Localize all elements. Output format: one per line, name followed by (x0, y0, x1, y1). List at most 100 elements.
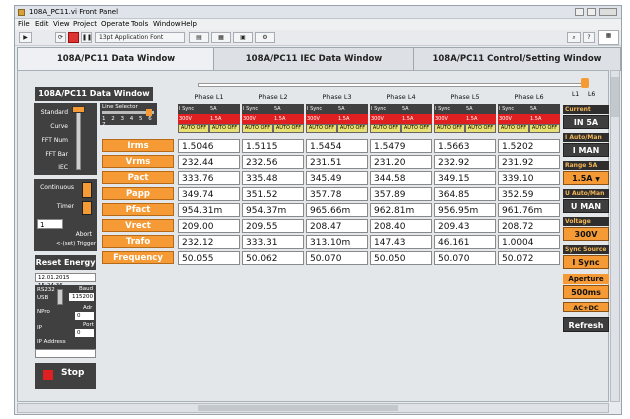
cell-pact-l6: 339.10 (498, 171, 560, 185)
cell-pact-l4: 344.58 (370, 171, 432, 185)
voltage-range-indicator: 300V (370, 114, 401, 124)
voltage-auto-indicator: AUTO OFF (242, 124, 273, 133)
row-label-papp: Papp (102, 187, 174, 200)
baud-label: Baud (79, 286, 94, 292)
row-label-vrms: Vrms (102, 155, 174, 168)
maximize-icon[interactable] (587, 8, 596, 16)
menu-help[interactable]: Help (181, 19, 197, 30)
close-icon[interactable] (599, 8, 617, 16)
cell-trafo-l1: 232.12 (178, 235, 240, 249)
cell-frequency-l4: 50.050 (370, 251, 432, 265)
current-range-indicator: 1.5A (273, 114, 304, 124)
search-icon[interactable]: ⌕ (567, 32, 581, 43)
line-selector-handle[interactable] (146, 109, 152, 116)
horizontal-scroll-thumb[interactable] (198, 405, 398, 411)
tab-control-setting-window[interactable]: 108A/PC11 Control/Setting Window (413, 47, 621, 71)
cell-vrect-l3: 208.47 (306, 219, 368, 233)
menu-view[interactable]: View (53, 19, 70, 30)
stop-button[interactable]: Stop (35, 363, 96, 389)
menu-tools[interactable]: Tools (131, 19, 148, 30)
phase-status-l2: I Sync 5A 300V 1.5A AUTO OFF AUTO OFF (242, 104, 304, 134)
voltage-range-indicator: 300V (242, 114, 273, 124)
vertical-scrollbar[interactable] (610, 70, 620, 402)
phase-slider-track[interactable] (198, 83, 588, 87)
cell-trafo-l2: 333.31 (242, 235, 304, 249)
refresh-button[interactable]: Refresh (563, 317, 609, 332)
reorder-icon[interactable]: ⚙ (255, 32, 275, 43)
font-selector[interactable]: 13pt Application Font (95, 32, 185, 43)
minimize-icon[interactable] (575, 8, 584, 16)
cell-trafo-l3: 313.10m (306, 235, 368, 249)
timestamp-field: 12.01.2015 15:24:36 (35, 273, 96, 289)
ip-address-input[interactable] (35, 349, 96, 358)
trigger-label: <-(set) Trigger (55, 241, 96, 247)
sync-source-dropdown[interactable]: I Sync (563, 255, 609, 269)
cell-frequency-l1: 50.055 (178, 251, 240, 265)
cell-vrms-l6: 231.92 (498, 155, 560, 169)
voltage-range-indicator: 300V (498, 114, 529, 124)
u-auto-man-button[interactable]: U MAN (563, 199, 609, 213)
voltage-range-dropdown[interactable]: 300V (563, 227, 609, 241)
help-icon[interactable]: ? (583, 32, 595, 43)
menu-file[interactable]: File (18, 19, 30, 30)
interface-selector[interactable] (57, 289, 63, 305)
cell-vrect-l6: 208.72 (498, 219, 560, 233)
rs232-label: RS232 (37, 287, 55, 293)
phase-header-l2: Phase L2 (258, 93, 288, 101)
current-auto-indicator: AUTO OFF (401, 124, 432, 133)
coupling-dropdown[interactable]: AC+DC (563, 302, 609, 312)
cell-vrect-l4: 208.40 (370, 219, 432, 233)
port-input[interactable]: 0 (75, 329, 94, 337)
continuous-toggle[interactable] (82, 182, 92, 198)
mode-slider-track[interactable] (76, 108, 81, 170)
row-label-pfact: Pfact (102, 203, 174, 216)
voltage-auto-indicator: AUTO OFF (178, 124, 209, 133)
current-input-button[interactable]: IN 5A (563, 115, 609, 129)
phase-status-l3: I Sync 5A 300V 1.5A AUTO OFF AUTO OFF (306, 104, 368, 134)
abort-label[interactable]: Abort (60, 231, 92, 238)
mode-curve: Curve (50, 123, 68, 130)
abort-execution-icon[interactable] (68, 32, 79, 43)
menu-window[interactable]: Window (153, 19, 181, 30)
i-auto-man-button[interactable]: I MAN (563, 143, 609, 157)
phase-status-l6: I Sync 5A 300V 1.5A AUTO OFF AUTO OFF (498, 104, 560, 134)
timer-input[interactable]: 1 (37, 219, 63, 229)
range-label: Range 5A (563, 161, 609, 170)
menu-operate[interactable]: Operate (101, 19, 129, 30)
pause-icon[interactable]: ❚❚ (81, 32, 92, 43)
data-window-panel: 108A/PC11 Data Window Standard Curve FFT… (17, 70, 609, 402)
cell-irms-l3: 1.5454 (306, 139, 368, 153)
addr-input[interactable]: 0 (75, 312, 94, 320)
align-objects-icon[interactable]: ▤ (189, 32, 209, 43)
phase-slider-handle[interactable] (581, 78, 589, 88)
horizontal-scrollbar[interactable] (17, 403, 609, 413)
phase-header-l5: Phase L5 (450, 93, 480, 101)
tab-data-window[interactable]: 108A/PC11 Data Window (17, 47, 215, 72)
left-header: 108A/PC11 Data Window (35, 87, 153, 101)
distribute-objects-icon[interactable]: ▦ (211, 32, 231, 43)
cell-irms-l4: 1.5479 (370, 139, 432, 153)
menu-project[interactable]: Project (73, 19, 97, 30)
baud-input[interactable]: 115200 (69, 293, 94, 301)
mode-slider-handle[interactable] (72, 106, 85, 113)
port-label: Port (83, 322, 94, 328)
menu-edit[interactable]: Edit (35, 19, 49, 30)
cell-vrms-l4: 231.20 (370, 155, 432, 169)
toolbar: ▶ ⟳ ❚❚ 13pt Application Font ▤ ▦ ▣ ⚙ ⌕ ?… (15, 30, 621, 46)
run-continuous-icon[interactable]: ⟳ (55, 32, 66, 43)
cell-frequency-l3: 50.070 (306, 251, 368, 265)
cell-vrect-l1: 209.00 (178, 219, 240, 233)
row-label-pact: Pact (102, 171, 174, 184)
timer-toggle[interactable] (82, 201, 92, 215)
aperture-dropdown[interactable]: 500ms (563, 285, 609, 299)
vertical-scroll-thumb[interactable] (611, 77, 619, 117)
resize-objects-icon[interactable]: ▣ (233, 32, 253, 43)
addr-label: Adr (83, 305, 93, 311)
range-indicator: 5A (465, 104, 496, 114)
reset-energy-button[interactable]: Reset Energy (35, 255, 96, 270)
run-arrow-icon[interactable]: ▶ (19, 32, 32, 43)
range-dropdown-value: 1.5A (572, 174, 593, 183)
range-dropdown[interactable]: 1.5A ▼ (563, 171, 609, 185)
tab-iec-data-window[interactable]: 108A/PC11 IEC Data Window (213, 47, 415, 71)
voltage-auto-indicator: AUTO OFF (306, 124, 337, 133)
